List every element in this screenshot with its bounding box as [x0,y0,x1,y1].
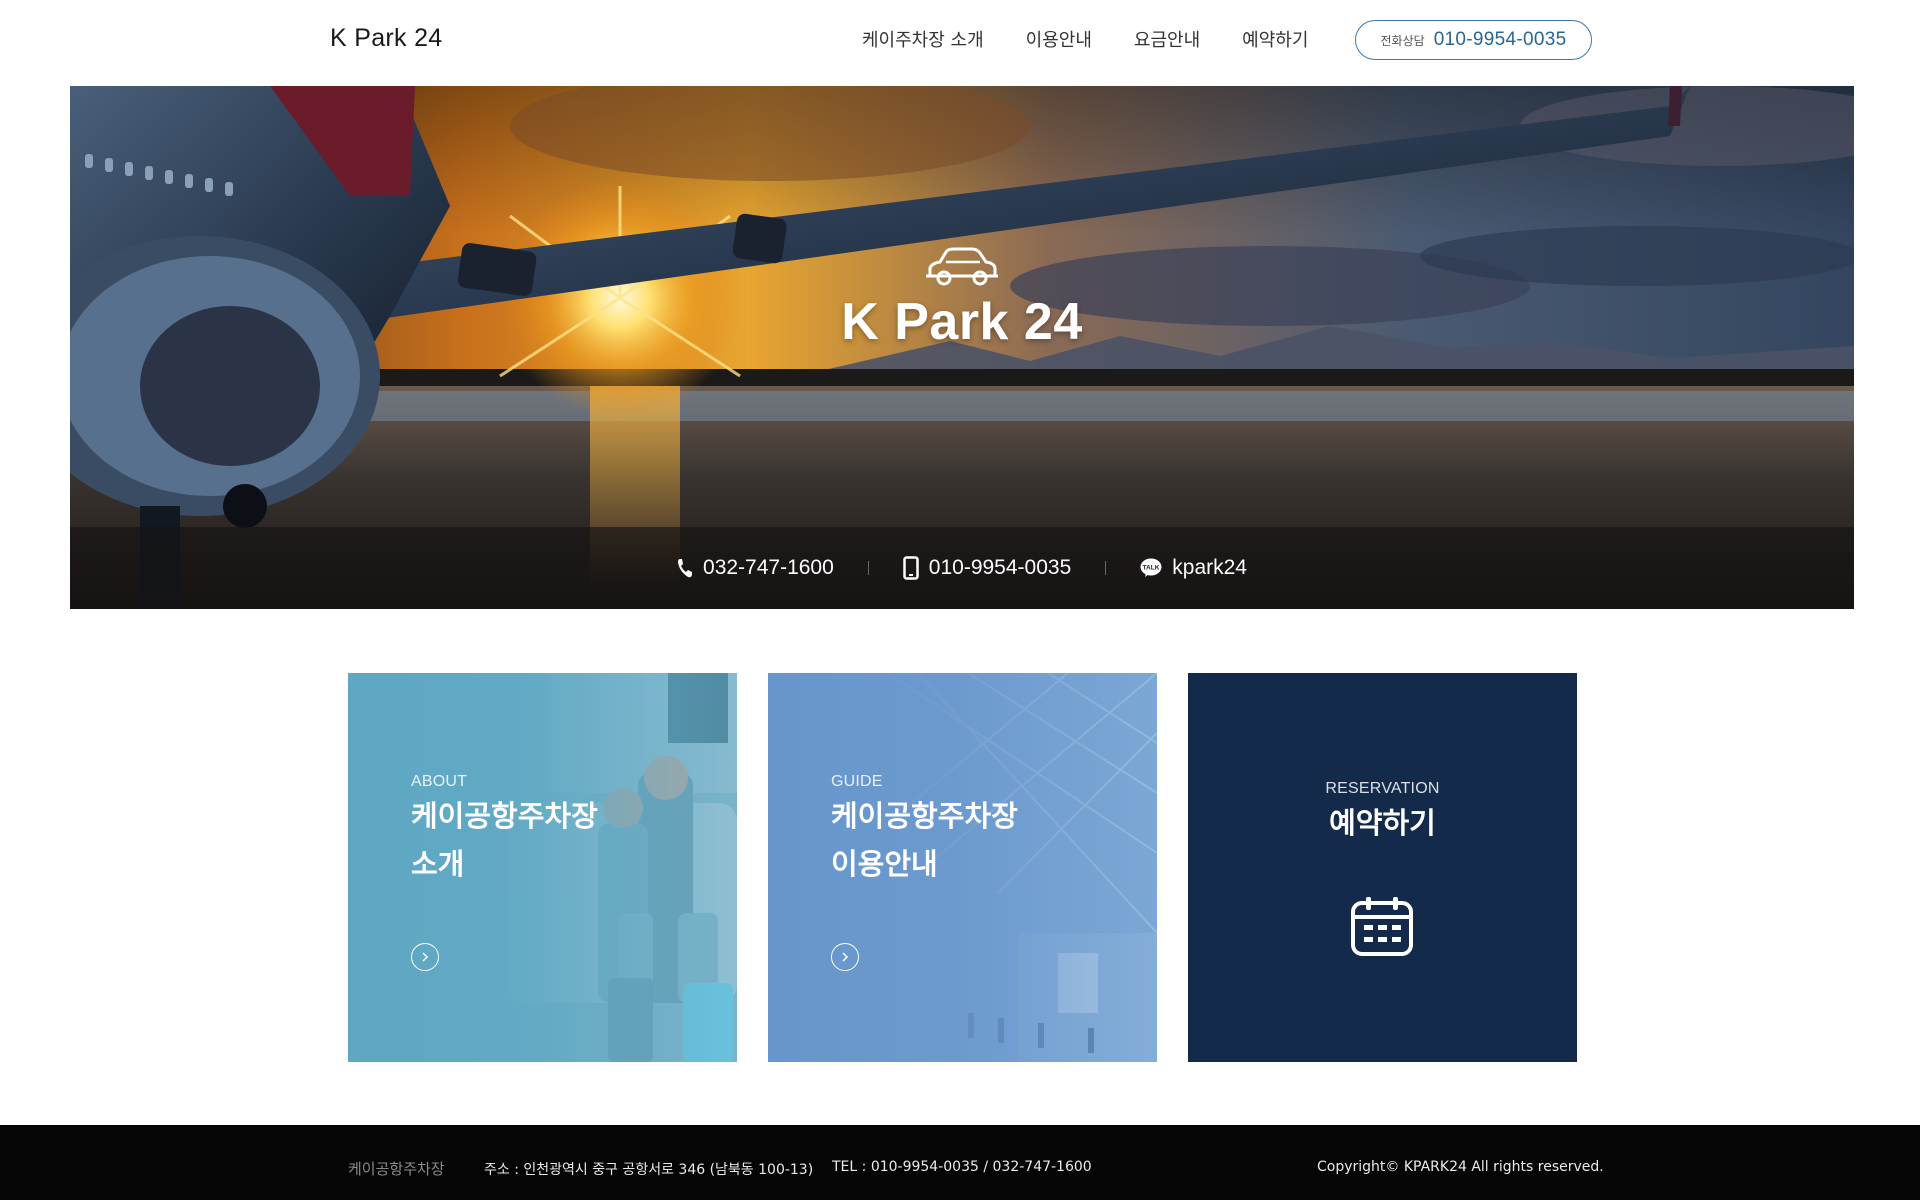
car-icon [926,247,998,286]
card-guide-caption: GUIDE 케이공항주차장 이용안내 [831,773,1018,887]
hero-title: K Park 24 [841,293,1083,351]
card-about-title-line1: 케이공항주차장 [411,799,598,833]
card-reservation[interactable]: RESERVATION 예약하기 [1188,673,1577,1062]
site-header: K Park 24 케이주차장 소개 이용안내 요금안내 예약하기 전화상담 0… [0,0,1920,84]
contact-divider [867,561,869,575]
contact-kakaotalk[interactable]: TALK kpark24 [1140,556,1247,580]
card-reservation-title: 예약하기 [1329,806,1436,840]
footer-address: 주소 : 인천광역시 중구 공항서로 346 (남북동 100-13) [484,1162,814,1178]
nav-item-reservation[interactable]: 예약하기 [1242,26,1308,52]
card-about[interactable]: ABOUT 케이공항주차장 소개 [348,673,737,1062]
card-reservation-eyebrow: RESERVATION [1325,780,1440,797]
nav-item-guide[interactable]: 이용안내 [1026,26,1092,52]
calendar-icon [1351,897,1413,956]
main-nav: 케이주차장 소개 이용안내 요금안내 예약하기 [862,26,1308,52]
card-guide-eyebrow: GUIDE [831,773,883,790]
card-guide[interactable]: GUIDE 케이공항주차장 이용안내 [768,673,1157,1062]
footer-company-name: 케이공항주차장 [348,1160,445,1178]
contact-mobile-text: 010-9954-0035 [928,556,1072,579]
card-guide-title-line2: 이용안내 [831,847,938,881]
contact-phone[interactable]: 032-747-1600 [677,556,834,580]
chevron-right-icon [422,952,429,962]
phone-consult-button[interactable]: 전화상담 010-9954-0035 [1355,20,1592,60]
card-about-caption: ABOUT 케이공항주차장 소개 [411,773,598,887]
nav-item-about[interactable]: 케이주차장 소개 [862,26,984,52]
hero-contact-bar: 032-747-1600 010-9954-0035 TALK kpark24 [70,527,1854,609]
card-reservation-caption: RESERVATION 예약하기 [1188,780,1577,846]
card-about-eyebrow: ABOUT [411,773,468,790]
card-about-title-line2: 소개 [411,847,465,881]
card-guide-arrow-button[interactable] [831,943,859,971]
site-footer: 케이공항주차장 주소 : 인천광역시 중구 공항서로 346 (남북동 100-… [0,1125,1920,1200]
hero-banner: K Park 24 032-747-1600 010-9954-0035 TAL… [70,86,1854,609]
card-guide-title-line1: 케이공항주차장 [831,799,1018,833]
footer-tel: TEL : 010-9954-0035 / 032-747-1600 [832,1159,1092,1175]
footer-copyright: Copyright© KPARK24 All rights reserved. [1317,1159,1604,1175]
hero-title-block: K Park 24 [70,246,1854,352]
contact-mobile[interactable]: 010-9954-0035 [903,556,1071,580]
phone-consult-label: 전화상담 [1380,33,1425,48]
svg-text:TALK: TALK [1143,565,1160,572]
phone-consult-number: 010-9954-0035 [1433,29,1567,50]
kakaotalk-icon: TALK [1140,558,1162,577]
contact-kakaotalk-text: kpark24 [1172,556,1247,579]
site-logo[interactable]: K Park 24 [330,24,442,53]
contact-phone-text: 032-747-1600 [703,556,834,579]
chevron-right-icon [842,952,849,962]
contact-divider [1105,561,1107,575]
card-about-arrow-button[interactable] [411,943,439,971]
nav-item-pricing[interactable]: 요금안내 [1134,26,1200,52]
mobile-icon [903,556,919,580]
phone-icon [678,559,693,578]
